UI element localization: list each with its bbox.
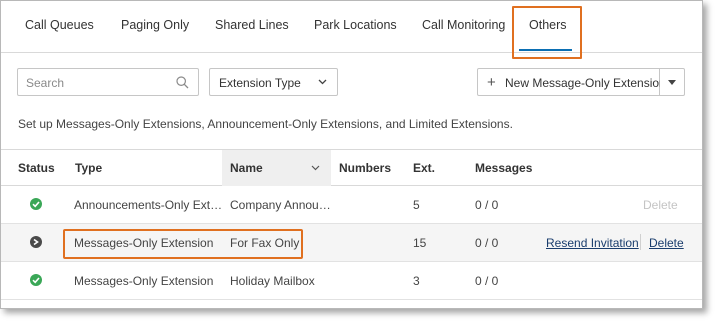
- row-messages: 0 / 0: [475, 236, 499, 250]
- tab-call-queues[interactable]: Call Queues: [25, 18, 94, 32]
- window-frame: Call Queues Paging Only Shared Lines Par…: [0, 0, 703, 309]
- tab-call-monitoring[interactable]: Call Monitoring: [422, 18, 505, 32]
- header-status: Status: [18, 161, 55, 175]
- tab-shared-lines[interactable]: Shared Lines: [215, 18, 289, 32]
- status-pending-icon: [30, 236, 42, 248]
- resend-invitation-link[interactable]: Resend Invitation: [546, 236, 639, 250]
- tab-park-locations[interactable]: Park Locations: [314, 18, 397, 32]
- new-message-only-extension-button[interactable]: + New Message-Only Extension: [477, 68, 666, 96]
- table-header: Status Type Name Numbers Ext. Messages: [1, 149, 702, 186]
- row-messages: 0 / 0: [475, 274, 499, 288]
- row-highlight-box: [63, 229, 303, 259]
- new-extension-menu-button[interactable]: [660, 68, 685, 96]
- header-ext: Ext.: [413, 161, 436, 175]
- row-ext: 3: [413, 274, 420, 288]
- delete-link[interactable]: Delete: [649, 236, 684, 250]
- tab-bar: Call Queues Paging Only Shared Lines Par…: [1, 1, 702, 53]
- extensions-table: Status Type Name Numbers Ext. Messages A…: [1, 149, 702, 300]
- caret-down-icon: [668, 80, 676, 85]
- action-separator: [640, 234, 641, 250]
- search-input[interactable]: [26, 74, 176, 91]
- delete-button-disabled: Delete: [643, 198, 678, 212]
- table-row[interactable]: Announcements-Only Ext… Company Annou… 5…: [1, 186, 702, 224]
- status-active-icon: [30, 198, 42, 210]
- row-ext: 15: [413, 236, 427, 250]
- row-name[interactable]: Company Annou…: [230, 198, 331, 212]
- row-ext: 5: [413, 198, 420, 212]
- extension-type-label: Extension Type: [219, 76, 301, 90]
- header-name[interactable]: Name: [230, 161, 263, 175]
- new-button-label: New Message-Only Extension: [505, 76, 666, 90]
- row-type: Messages-Only Extension: [74, 274, 214, 288]
- header-messages: Messages: [475, 161, 533, 175]
- search-box[interactable]: [17, 68, 199, 96]
- plus-icon: +: [487, 74, 496, 91]
- row-type: Announcements-Only Ext…: [74, 198, 223, 212]
- chevron-down-icon: [318, 79, 327, 85]
- search-icon[interactable]: [176, 76, 189, 89]
- table-row[interactable]: Messages-Only Extension Holiday Mailbox …: [1, 262, 702, 300]
- tab-highlight-box: [512, 6, 582, 59]
- extension-type-dropdown[interactable]: Extension Type: [209, 68, 338, 96]
- tab-paging-only[interactable]: Paging Only: [121, 18, 189, 32]
- row-name[interactable]: Holiday Mailbox: [230, 274, 315, 288]
- header-numbers: Numbers: [339, 161, 392, 175]
- header-type: Type: [75, 161, 103, 175]
- row-messages: 0 / 0: [475, 198, 499, 212]
- page-description: Set up Messages-Only Extensions, Announc…: [18, 117, 513, 131]
- status-active-icon: [30, 274, 42, 286]
- sort-chevron-icon[interactable]: [311, 165, 320, 171]
